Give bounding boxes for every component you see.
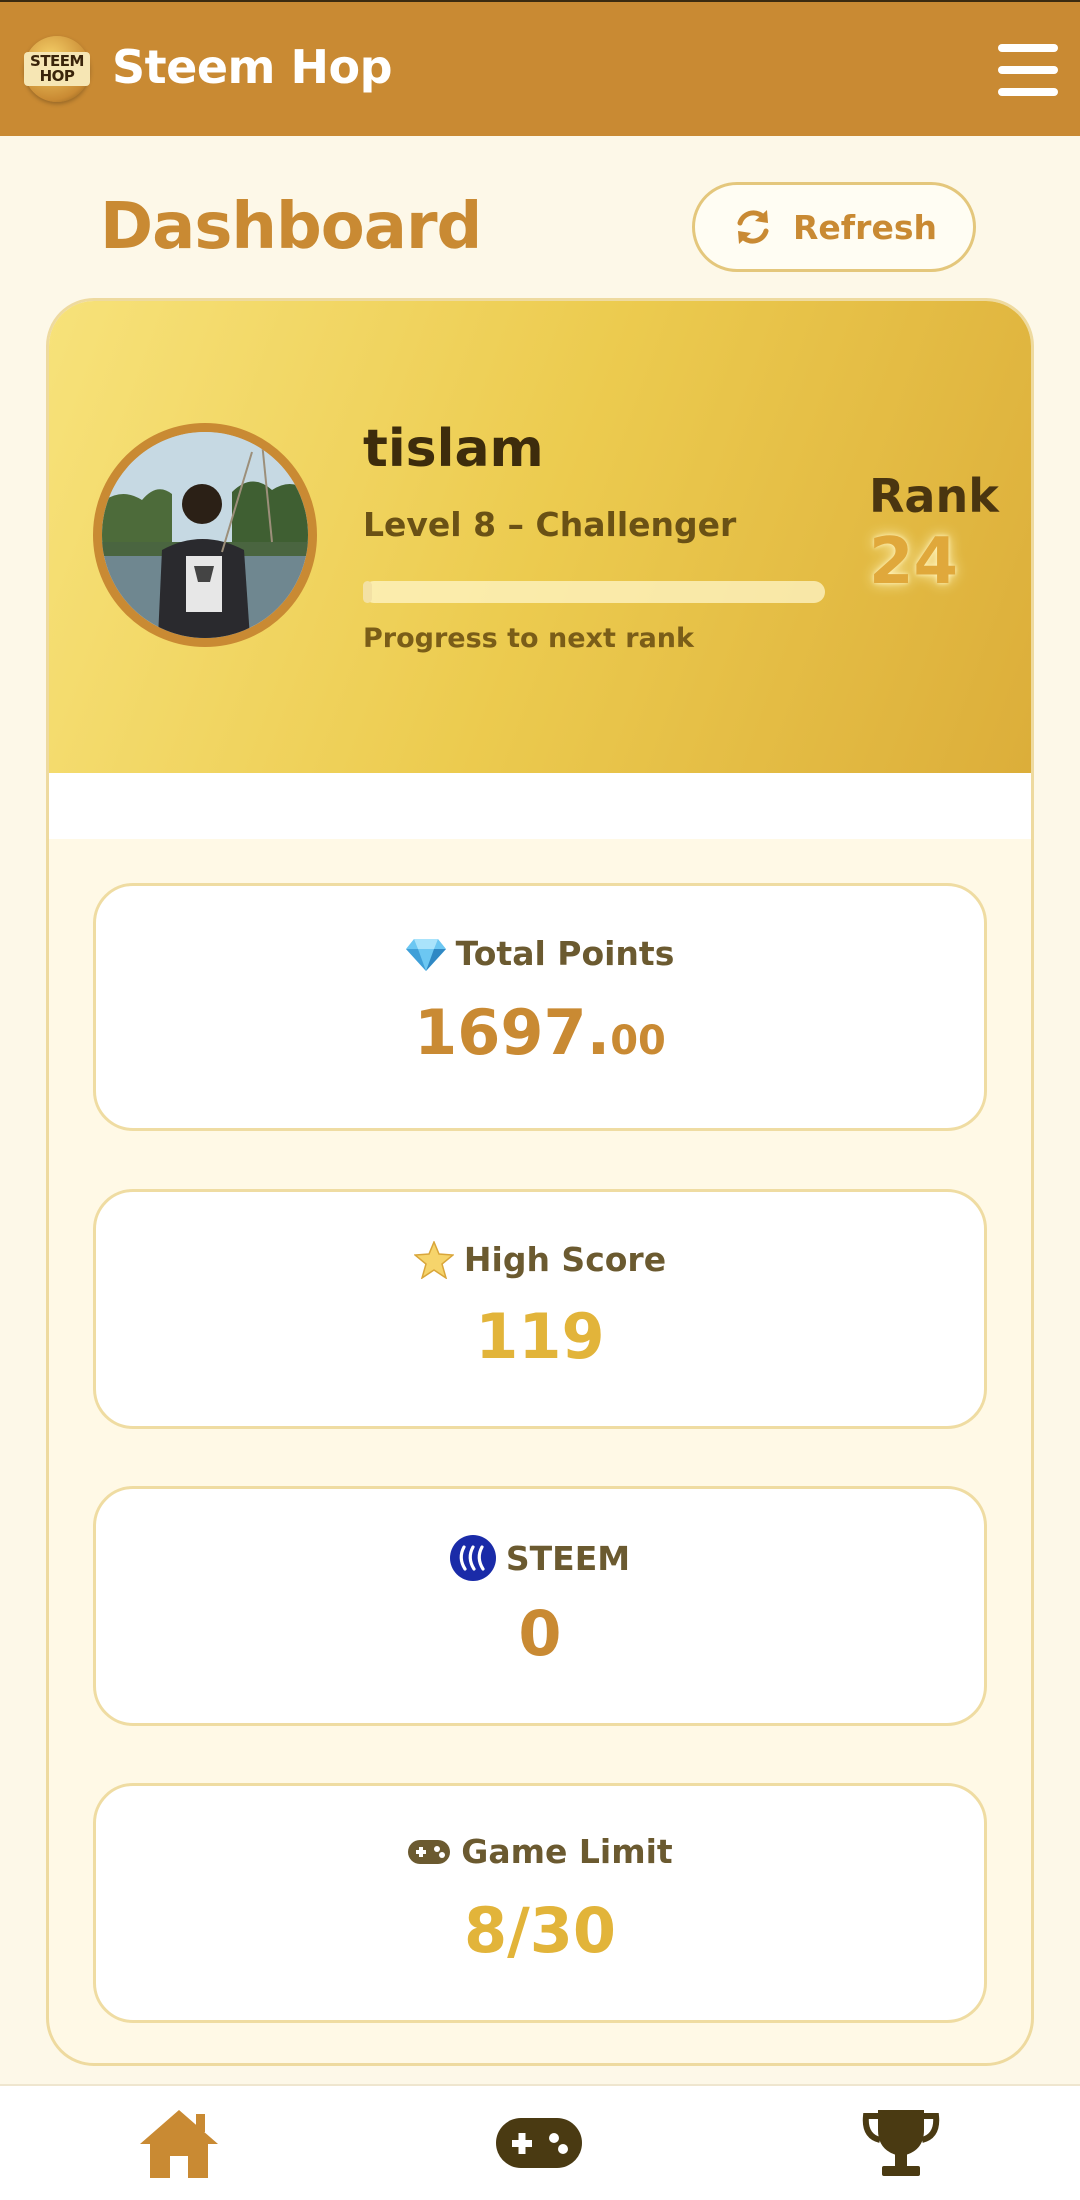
refresh-button[interactable]: Refresh <box>692 182 976 272</box>
high-score-value: 119 <box>475 1300 605 1373</box>
refresh-label: Refresh <box>793 207 937 247</box>
app-header: STEEM HOP Steem Hop <box>0 0 1080 136</box>
app-title: Steem Hop <box>112 40 393 94</box>
logo-text: STEEM HOP <box>24 52 90 86</box>
steem-icon <box>449 1535 496 1581</box>
steem-label: STEEM <box>505 1538 631 1578</box>
profile-banner: tislam Level 8 – Challenger Progress to … <box>49 301 1031 773</box>
steem-card: STEEM 0 <box>93 1486 987 1726</box>
game-limit-label: Game Limit <box>461 1832 673 1871</box>
diamond-icon <box>405 938 446 971</box>
star-icon <box>413 1240 454 1279</box>
trophy-icon <box>862 2110 940 2176</box>
banner-divider <box>49 773 1031 839</box>
progress-label: Progress to next rank <box>363 623 694 654</box>
nav-home[interactable] <box>138 2108 220 2184</box>
rank-value: 24 <box>869 525 959 599</box>
page-title: Dashboard <box>100 190 482 264</box>
app-logo[interactable]: STEEM HOP <box>24 36 90 102</box>
nav-leaderboard[interactable] <box>862 2108 940 2182</box>
gamepad-icon <box>496 2118 582 2168</box>
total-points-decimal: 00 <box>610 1018 666 1064</box>
refresh-icon <box>737 210 769 244</box>
username: tislam <box>363 419 544 479</box>
high-score-card: High Score 119 <box>93 1189 987 1429</box>
total-points-value: 1697.00 <box>96 996 984 1069</box>
home-icon <box>140 2110 218 2178</box>
high-score-label: High Score <box>463 1240 667 1279</box>
hamburger-menu-icon[interactable] <box>998 44 1058 96</box>
total-points-card: Total Points 1697.00 <box>93 883 987 1131</box>
total-points-integer: 1697. <box>414 996 611 1069</box>
game-limit-card: Game Limit 8/30 <box>93 1783 987 2023</box>
dashboard-card: tislam Level 8 – Challenger Progress to … <box>46 298 1034 2066</box>
level-label: Level 8 – Challenger <box>363 505 737 544</box>
rank-progress-bar <box>363 581 825 603</box>
bottom-nav <box>0 2084 1080 2200</box>
steem-value: 0 <box>518 1597 562 1670</box>
gamepad-icon <box>408 1839 451 1864</box>
avatar[interactable] <box>93 423 317 647</box>
game-limit-value: 8/30 <box>463 1894 617 1967</box>
rank-label: Rank <box>869 469 999 523</box>
total-points-label: Total Points <box>455 934 675 973</box>
avatar-image <box>102 432 308 638</box>
rank-progress-fill <box>363 581 373 603</box>
nav-game[interactable] <box>496 2116 582 2176</box>
